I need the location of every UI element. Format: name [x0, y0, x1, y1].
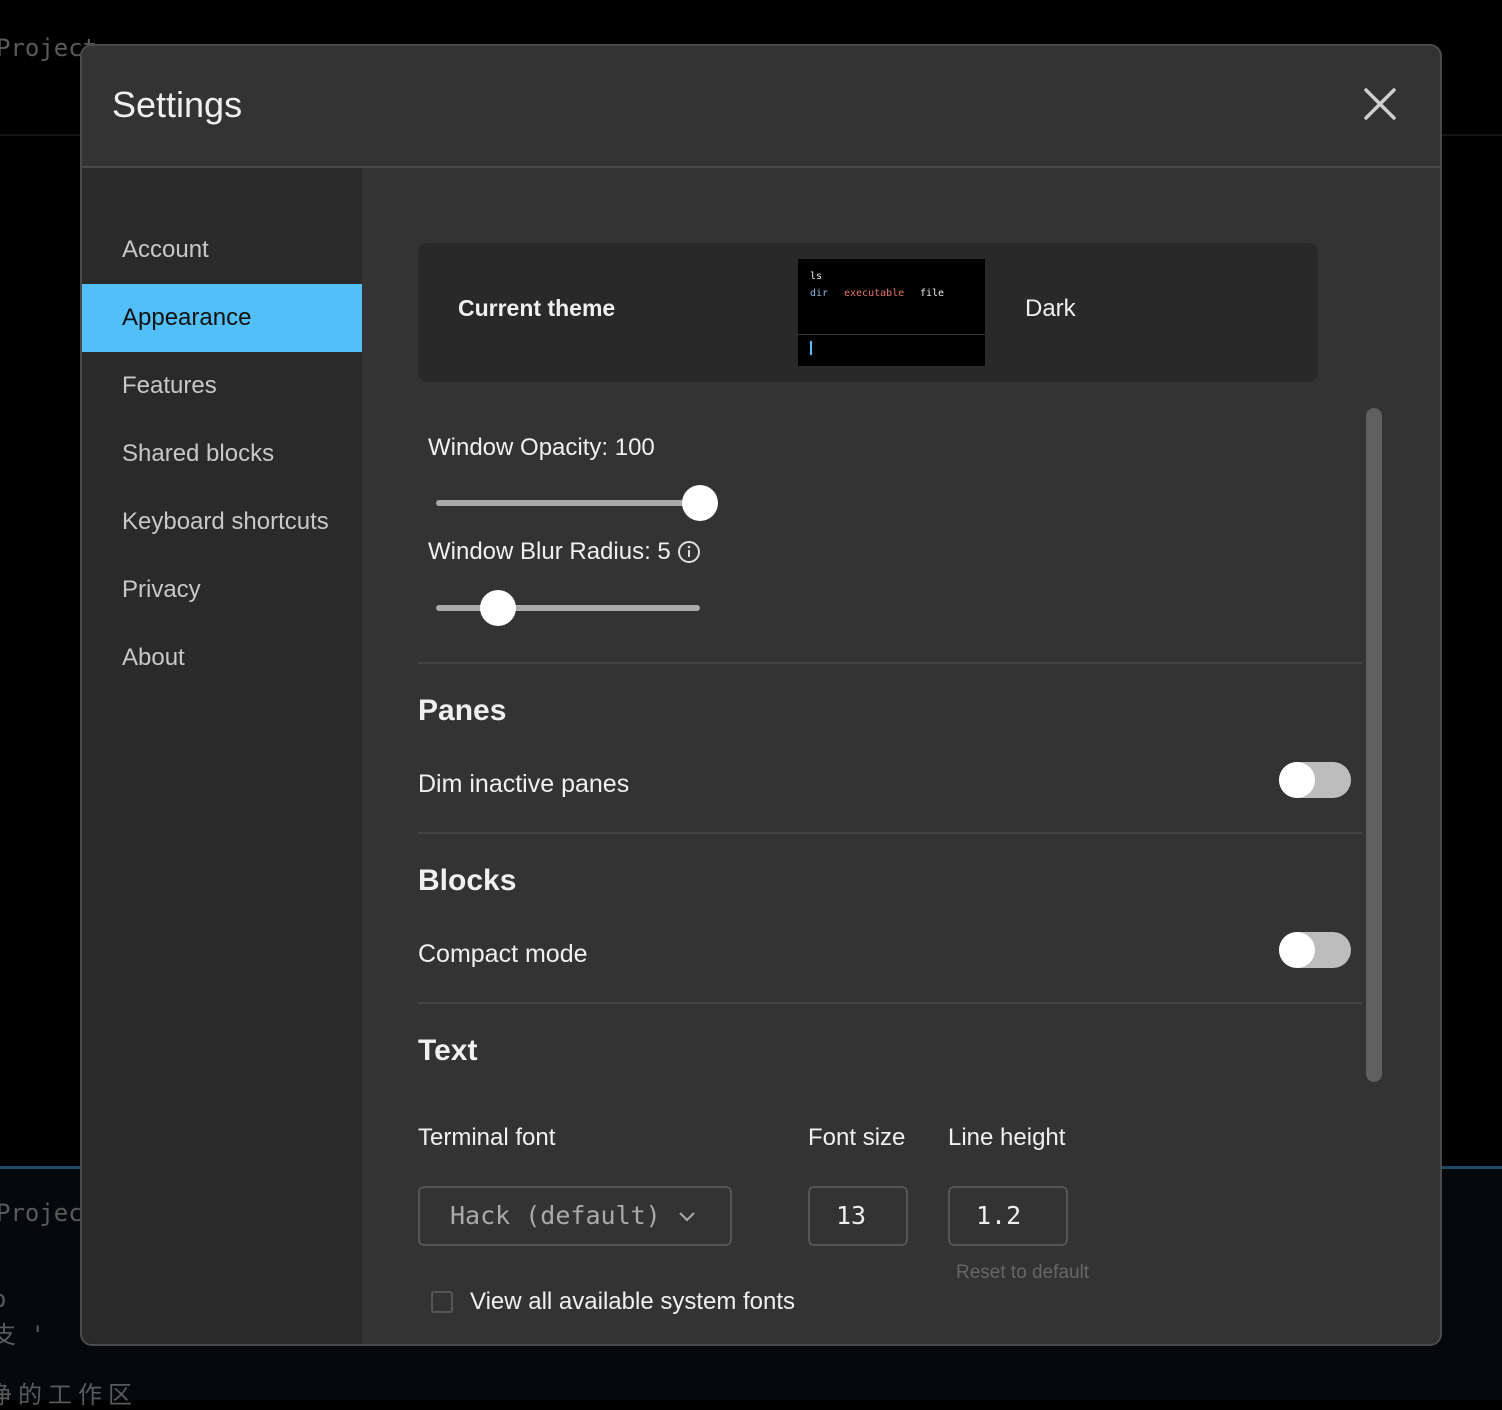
modal-title: Settings [112, 84, 243, 125]
background-terminal-text: 支 ' [0, 1321, 45, 1349]
blur-label-text: Window Blur Radius: 5 [428, 538, 671, 565]
reset-to-default-link[interactable]: Reset to default [956, 1262, 1089, 1284]
background-terminal-text: o [0, 1285, 6, 1313]
scrollbar[interactable] [1366, 408, 1382, 1082]
modal-header: Settings [82, 46, 1440, 168]
current-theme-card[interactable]: Current theme ls dir executable file Dar… [418, 243, 1318, 382]
settings-modal: Settings Account Appearance Features Shared… [80, 44, 1442, 1346]
preview-text: ls [810, 271, 823, 282]
settings-sidebar: Account Appearance Features Shared blocks Ke… [82, 168, 362, 1344]
divider [418, 1002, 1362, 1004]
chevron-down-icon [679, 1212, 695, 1222]
opacity-slider[interactable] [436, 485, 718, 521]
current-theme-label: Current theme [458, 295, 616, 321]
divider [418, 662, 1362, 664]
compact-mode-label: Compact mode [418, 940, 588, 968]
preview-executable: executable [844, 288, 905, 299]
blur-slider[interactable] [436, 590, 700, 626]
line-height-label: Line height [948, 1124, 1066, 1151]
font-size-input[interactable]: 13 [808, 1186, 908, 1246]
sidebar-item-keyboard-shortcuts[interactable]: Keyboard shortcuts [82, 488, 362, 556]
appearance-content: Current theme ls dir executable file Dar… [362, 168, 1440, 1344]
terminal-font-value: Hack (default) [450, 1201, 661, 1230]
info-icon[interactable] [677, 540, 701, 564]
blocks-heading: Blocks [418, 864, 517, 897]
background-terminal-text: Projec [0, 1199, 83, 1227]
view-system-fonts-checkbox[interactable] [431, 1291, 453, 1313]
preview-dir: dir [810, 288, 829, 299]
divider [418, 832, 1362, 834]
dim-inactive-panes-toggle[interactable] [1279, 762, 1351, 798]
compact-mode-toggle[interactable] [1279, 932, 1351, 968]
sidebar-item-account[interactable]: Account [82, 216, 362, 284]
dim-inactive-panes-label: Dim inactive panes [418, 770, 630, 798]
theme-name: Dark [1025, 295, 1076, 322]
sidebar-item-privacy[interactable]: Privacy [82, 556, 362, 624]
blur-slider-thumb[interactable] [479, 590, 516, 626]
theme-preview[interactable]: ls dir executable file [798, 259, 985, 366]
sidebar-item-shared-blocks[interactable]: Shared blocks [82, 420, 362, 488]
sidebar-item-features[interactable]: Features [82, 352, 362, 420]
background-terminal-text: 净的工作区 [0, 1381, 138, 1409]
panes-heading: Panes [418, 694, 507, 727]
text-heading: Text [418, 1034, 478, 1067]
line-height-input[interactable]: 1.2 [948, 1186, 1068, 1246]
close-icon[interactable] [1362, 86, 1398, 122]
opacity-slider-thumb[interactable] [682, 485, 718, 521]
terminal-font-label: Terminal font [418, 1124, 556, 1151]
preview-file: file [920, 288, 945, 299]
sidebar-item-appearance[interactable]: Appearance [82, 284, 362, 352]
terminal-font-select[interactable]: Hack (default) [418, 1186, 732, 1246]
font-size-label: Font size [808, 1124, 906, 1151]
blur-label: Window Blur Radius: 5 [428, 538, 701, 566]
sidebar-item-about[interactable]: About [82, 624, 362, 692]
view-system-fonts-label: View all available system fonts [470, 1288, 796, 1315]
opacity-label: Window Opacity: 100 [428, 434, 655, 461]
preview-cursor [810, 341, 812, 355]
